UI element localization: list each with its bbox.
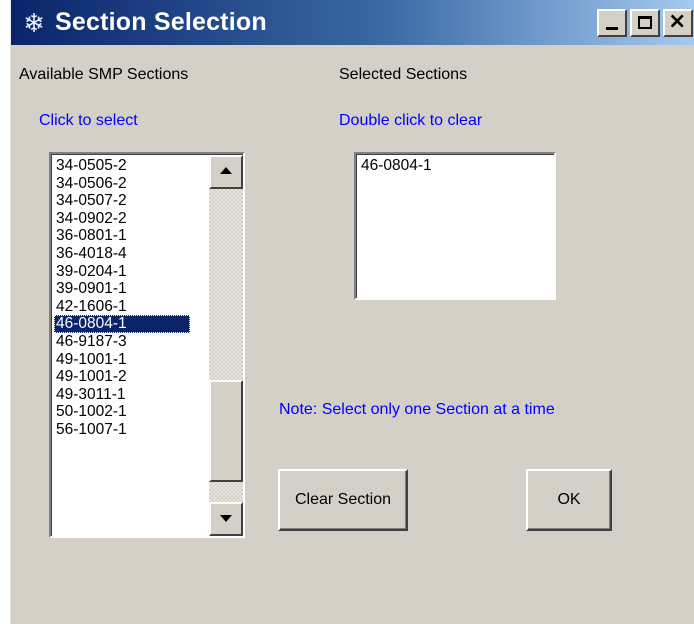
selected-hint: Double click to clear [339, 112, 483, 129]
selected-heading: Selected Sections [339, 66, 468, 83]
close-button[interactable]: × [663, 9, 693, 37]
section-selection-window: ❄ Section Selection × Available SMP Sect… [10, 0, 694, 624]
available-heading: Available SMP Sections [19, 66, 189, 83]
available-list-item[interactable]: 36-0801-1 [54, 227, 190, 245]
clear-section-button[interactable]: Clear Section [278, 469, 408, 531]
minimize-icon [606, 27, 618, 30]
available-list-item[interactable]: 34-0506-2 [54, 175, 190, 193]
available-list-item[interactable]: 46-0804-1 [54, 315, 190, 333]
available-items: 34-0505-2 34-0506-2 34-0507-2 34-0902-2 36-0… [54, 157, 190, 439]
available-list-item[interactable]: 39-0901-1 [54, 280, 190, 298]
available-list-item[interactable]: 50-1002-1 [54, 403, 190, 421]
available-list-item[interactable]: 56-1007-1 [54, 421, 190, 439]
available-list-item[interactable]: 36-4018-4 [54, 245, 190, 263]
up-arrow-icon [220, 167, 232, 174]
selection-note: Note: Select only one Section at a time [279, 401, 555, 418]
down-arrow-icon [220, 515, 232, 522]
close-icon: × [668, 9, 687, 34]
scroll-down-button[interactable] [209, 502, 243, 536]
available-list-item[interactable]: 34-0505-2 [54, 157, 190, 175]
ok-button[interactable]: OK [526, 469, 612, 531]
available-list-item[interactable]: 49-1001-2 [54, 368, 190, 386]
selected-list-item[interactable]: 46-0804-1 [357, 157, 554, 175]
selected-sections-list[interactable]: 46-0804-1 [354, 152, 556, 300]
window-controls: × [594, 9, 693, 37]
available-list-item[interactable]: 42-1606-1 [54, 298, 190, 316]
selected-items: 46-0804-1 [356, 154, 554, 298]
available-list-item[interactable]: 34-0902-2 [54, 210, 190, 228]
maximize-button[interactable] [630, 9, 660, 37]
available-list-item[interactable]: 49-3011-1 [54, 386, 190, 404]
available-list-item[interactable]: 34-0507-2 [54, 192, 190, 210]
available-sections-list[interactable]: 34-0505-2 34-0506-2 34-0507-2 34-0902-2 36-0… [49, 152, 245, 538]
maximize-icon [638, 16, 652, 29]
title-bar[interactable]: ❄ Section Selection × [11, 0, 694, 45]
available-list-item[interactable]: 49-1001-1 [54, 351, 190, 369]
scroll-up-button[interactable] [209, 155, 243, 189]
available-hint: Click to select [39, 112, 138, 129]
snowflake-icon: ❄ [23, 7, 45, 38]
available-list-item[interactable]: 46-9187-3 [54, 333, 190, 351]
minimize-button[interactable] [597, 9, 627, 37]
list-scrollbar[interactable] [209, 155, 243, 536]
window-title: Section Selection [55, 8, 267, 36]
scroll-thumb[interactable] [209, 379, 243, 482]
available-list-item[interactable]: 39-0204-1 [54, 263, 190, 281]
